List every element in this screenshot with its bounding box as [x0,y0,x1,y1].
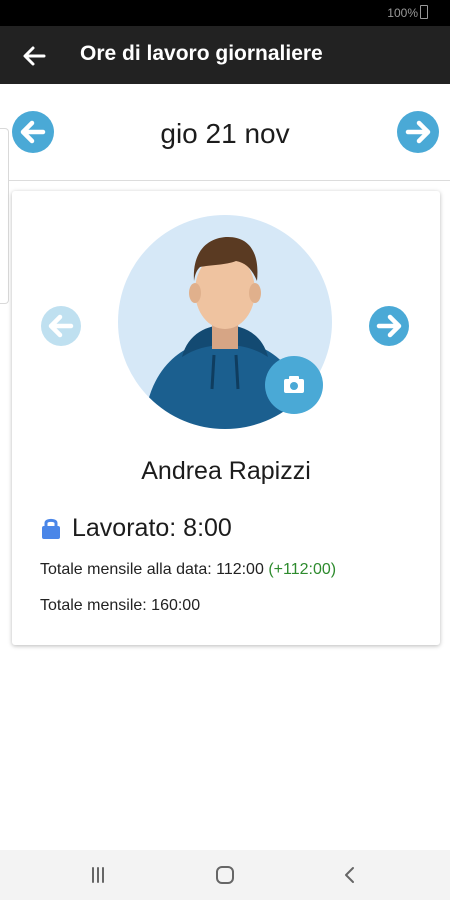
status-bar: 100% [0,0,450,26]
system-nav-bar [0,850,450,900]
worked-hours: Lavorato: 8:00 [72,513,232,542]
battery-level: 100% [387,6,418,20]
monthly-to-date: Totale mensile alla data: 112:00 (+112:0… [40,561,336,579]
drawer-handle[interactable] [0,128,9,304]
arrow-left-icon[interactable] [18,40,50,72]
page-title: Ore di lavoro giornaliere [80,42,323,65]
monthly-balance: (+112:00) [268,561,337,578]
monthly-total: Totale mensile: 160:00 [40,597,201,614]
battery-icon [420,5,428,19]
date-label: gio 21 nov [160,118,290,149]
recents-icon[interactable] [86,863,110,887]
change-photo-button[interactable] [264,355,324,415]
next-worker-button[interactable] [368,305,410,347]
next-day-button[interactable] [396,110,440,154]
worker-name: Andrea Rapizzi [141,457,311,485]
app-bar: Ore di lavoro giornaliere [0,26,450,84]
monthly-to-date-label: Totale mensile alla data: 112:00 [40,561,264,578]
home-icon[interactable] [213,863,237,887]
date-navigator: gio 21 nov [0,84,450,181]
lock-icon [42,518,60,539]
worked-hours-row: Lavorato: 8:00 [40,511,232,545]
back-chevron-icon[interactable] [338,863,362,887]
worker-card: Andrea Rapizzi Lavorato: 8:00 Totale men… [12,191,440,645]
previous-worker-button[interactable] [40,305,82,347]
